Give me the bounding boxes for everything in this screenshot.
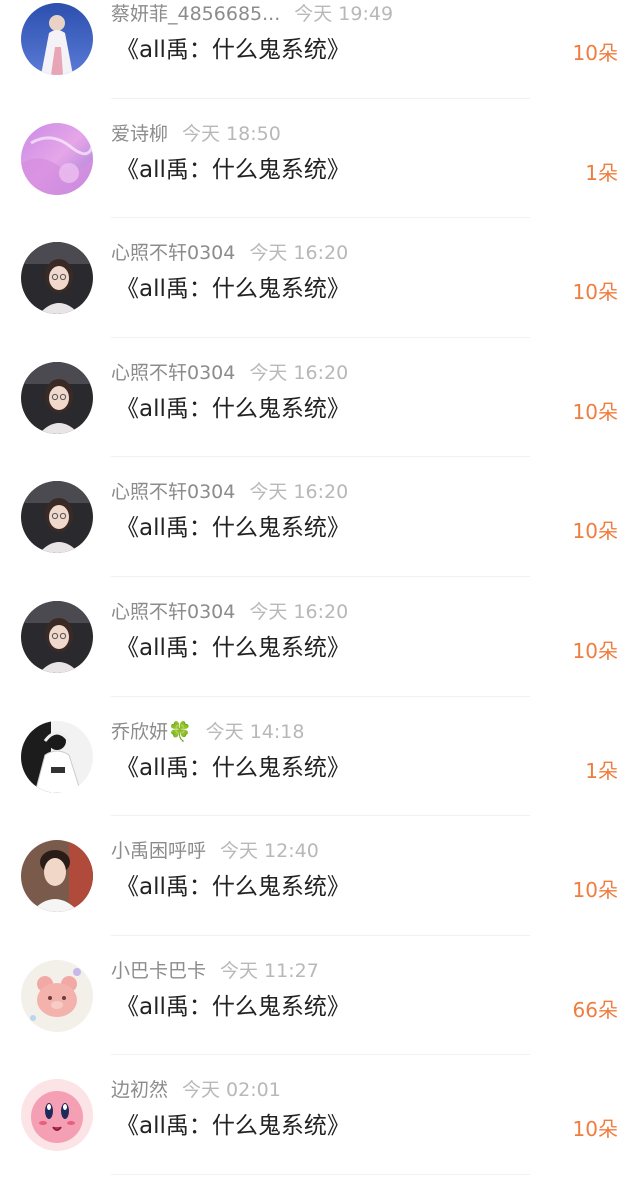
avatar-white-robe-icon bbox=[21, 3, 93, 75]
avatar-boy-icon bbox=[21, 840, 93, 913]
item-title[interactable]: 《all禹：什么鬼系统》 bbox=[116, 872, 350, 902]
avatar[interactable] bbox=[21, 122, 93, 195]
gift-amount: 10朵 bbox=[572, 878, 618, 903]
user-name[interactable]: 边初然 bbox=[111, 1079, 168, 1101]
item-title[interactable]: 《all禹：什么鬼系统》 bbox=[116, 155, 350, 185]
avatar-purple-pink-icon bbox=[21, 122, 93, 195]
meta-line: 心照不轩0304 今天 16:20 bbox=[111, 360, 348, 386]
item-title[interactable]: 《all禹：什么鬼系统》 bbox=[116, 753, 350, 783]
avatar-headphones-icon bbox=[21, 720, 93, 793]
list-item[interactable]: 小巴卡巴卡 今天 11:27 《all禹：什么鬼系统》 66朵 bbox=[0, 936, 640, 1056]
timestamp: 今天 14:18 bbox=[205, 720, 305, 743]
avatar-kirby-icon bbox=[21, 1079, 93, 1152]
list-item[interactable]: 心照不轩0304 今天 16:20 《all禹：什么鬼系统》 10朵 bbox=[0, 338, 640, 458]
meta-line: 边初然 今天 02:01 bbox=[111, 1077, 281, 1103]
item-title[interactable]: 《all禹：什么鬼系统》 bbox=[116, 992, 350, 1022]
avatar-girl-car-icon bbox=[21, 242, 93, 315]
user-name[interactable]: 心照不轩0304 bbox=[111, 362, 235, 384]
avatar[interactable] bbox=[21, 361, 93, 434]
timestamp: 今天 19:49 bbox=[294, 3, 394, 25]
avatar[interactable] bbox=[21, 242, 93, 315]
avatar-girl-car-icon bbox=[21, 600, 93, 673]
meta-line: 乔欣妍🍀 今天 14:18 bbox=[111, 719, 304, 745]
avatar[interactable] bbox=[21, 720, 93, 793]
list-item[interactable]: 小禹困呼呼 今天 12:40 《all禹：什么鬼系统》 10朵 bbox=[0, 816, 640, 936]
avatar-pink-bear-icon bbox=[21, 959, 93, 1032]
item-title[interactable]: 《all禹：什么鬼系统》 bbox=[116, 394, 350, 424]
timestamp: 今天 18:50 bbox=[182, 122, 281, 145]
user-name[interactable]: 心照不轩0304 bbox=[111, 481, 235, 503]
list-item[interactable]: 蔡妍菲_4856685... 今天 19:49 《all禹：什么鬼系统》 10朵 bbox=[0, 0, 640, 99]
meta-line: 爱诗柳 今天 18:50 bbox=[111, 121, 281, 147]
gift-amount: 10朵 bbox=[572, 638, 618, 663]
meta-line: 小禹困呼呼 今天 12:40 bbox=[111, 838, 319, 864]
avatar-girl-car-icon bbox=[21, 361, 93, 434]
list-item[interactable]: 边初然 今天 02:01 《all禹：什么鬼系统》 10朵 bbox=[0, 1055, 640, 1175]
user-name[interactable]: 乔欣妍🍀 bbox=[111, 721, 192, 743]
avatar[interactable] bbox=[21, 840, 93, 913]
user-name[interactable]: 小巴卡巴卡 bbox=[111, 960, 206, 982]
item-title[interactable]: 《all禹：什么鬼系统》 bbox=[116, 1111, 350, 1141]
user-name[interactable]: 心照不轩0304 bbox=[111, 242, 235, 264]
user-name[interactable]: 蔡妍菲_4856685... bbox=[111, 3, 280, 25]
timestamp: 今天 11:27 bbox=[220, 959, 319, 982]
user-name[interactable]: 心照不轩0304 bbox=[111, 601, 235, 623]
list-item[interactable]: 爱诗柳 今天 18:50 《all禹：什么鬼系统》 1朵 bbox=[0, 99, 640, 219]
meta-line: 心照不轩0304 今天 16:20 bbox=[111, 240, 348, 266]
timestamp: 今天 16:20 bbox=[249, 600, 349, 623]
list-item[interactable]: 心照不轩0304 今天 16:20 《all禹：什么鬼系统》 10朵 bbox=[0, 577, 640, 697]
timestamp: 今天 16:20 bbox=[249, 481, 349, 504]
gift-amount: 10朵 bbox=[572, 1117, 618, 1142]
divider bbox=[111, 1173, 530, 1175]
item-title[interactable]: 《all禹：什么鬼系统》 bbox=[116, 35, 350, 65]
timestamp: 今天 16:20 bbox=[249, 242, 349, 265]
avatar[interactable] bbox=[21, 481, 93, 554]
list-item[interactable]: 心照不轩0304 今天 16:20 《all禹：什么鬼系统》 10朵 bbox=[0, 457, 640, 577]
avatar[interactable] bbox=[21, 959, 93, 1032]
item-title[interactable]: 《all禹：什么鬼系统》 bbox=[116, 513, 350, 543]
timestamp: 今天 12:40 bbox=[220, 840, 319, 863]
gift-amount: 1朵 bbox=[585, 160, 618, 185]
gift-amount: 10朵 bbox=[572, 399, 618, 424]
gift-amount: 66朵 bbox=[572, 997, 618, 1022]
avatar[interactable] bbox=[21, 600, 93, 673]
user-name[interactable]: 小禹困呼呼 bbox=[111, 840, 206, 862]
message-list: 蔡妍菲_4856685... 今天 19:49 《all禹：什么鬼系统》 10朵 … bbox=[0, 0, 640, 1175]
avatar-girl-car-icon bbox=[21, 481, 93, 554]
timestamp: 今天 02:01 bbox=[182, 1079, 281, 1102]
meta-line: 小巴卡巴卡 今天 11:27 bbox=[111, 958, 319, 984]
avatar[interactable] bbox=[21, 3, 93, 75]
avatar[interactable] bbox=[21, 1079, 93, 1152]
gift-amount: 1朵 bbox=[585, 758, 618, 783]
list-item[interactable]: 乔欣妍🍀 今天 14:18 《all禹：什么鬼系统》 1朵 bbox=[0, 697, 640, 817]
meta-line: 蔡妍菲_4856685... 今天 19:49 bbox=[111, 1, 393, 27]
item-title[interactable]: 《all禹：什么鬼系统》 bbox=[116, 633, 350, 663]
meta-line: 心照不轩0304 今天 16:20 bbox=[111, 599, 348, 625]
list-item[interactable]: 心照不轩0304 今天 16:20 《all禹：什么鬼系统》 10朵 bbox=[0, 218, 640, 338]
timestamp: 今天 16:20 bbox=[249, 361, 349, 384]
user-name[interactable]: 爱诗柳 bbox=[111, 123, 168, 145]
gift-amount: 10朵 bbox=[572, 519, 618, 544]
item-title[interactable]: 《all禹：什么鬼系统》 bbox=[116, 274, 350, 304]
meta-line: 心照不轩0304 今天 16:20 bbox=[111, 479, 348, 505]
gift-amount: 10朵 bbox=[572, 280, 618, 305]
gift-amount: 10朵 bbox=[572, 41, 618, 65]
